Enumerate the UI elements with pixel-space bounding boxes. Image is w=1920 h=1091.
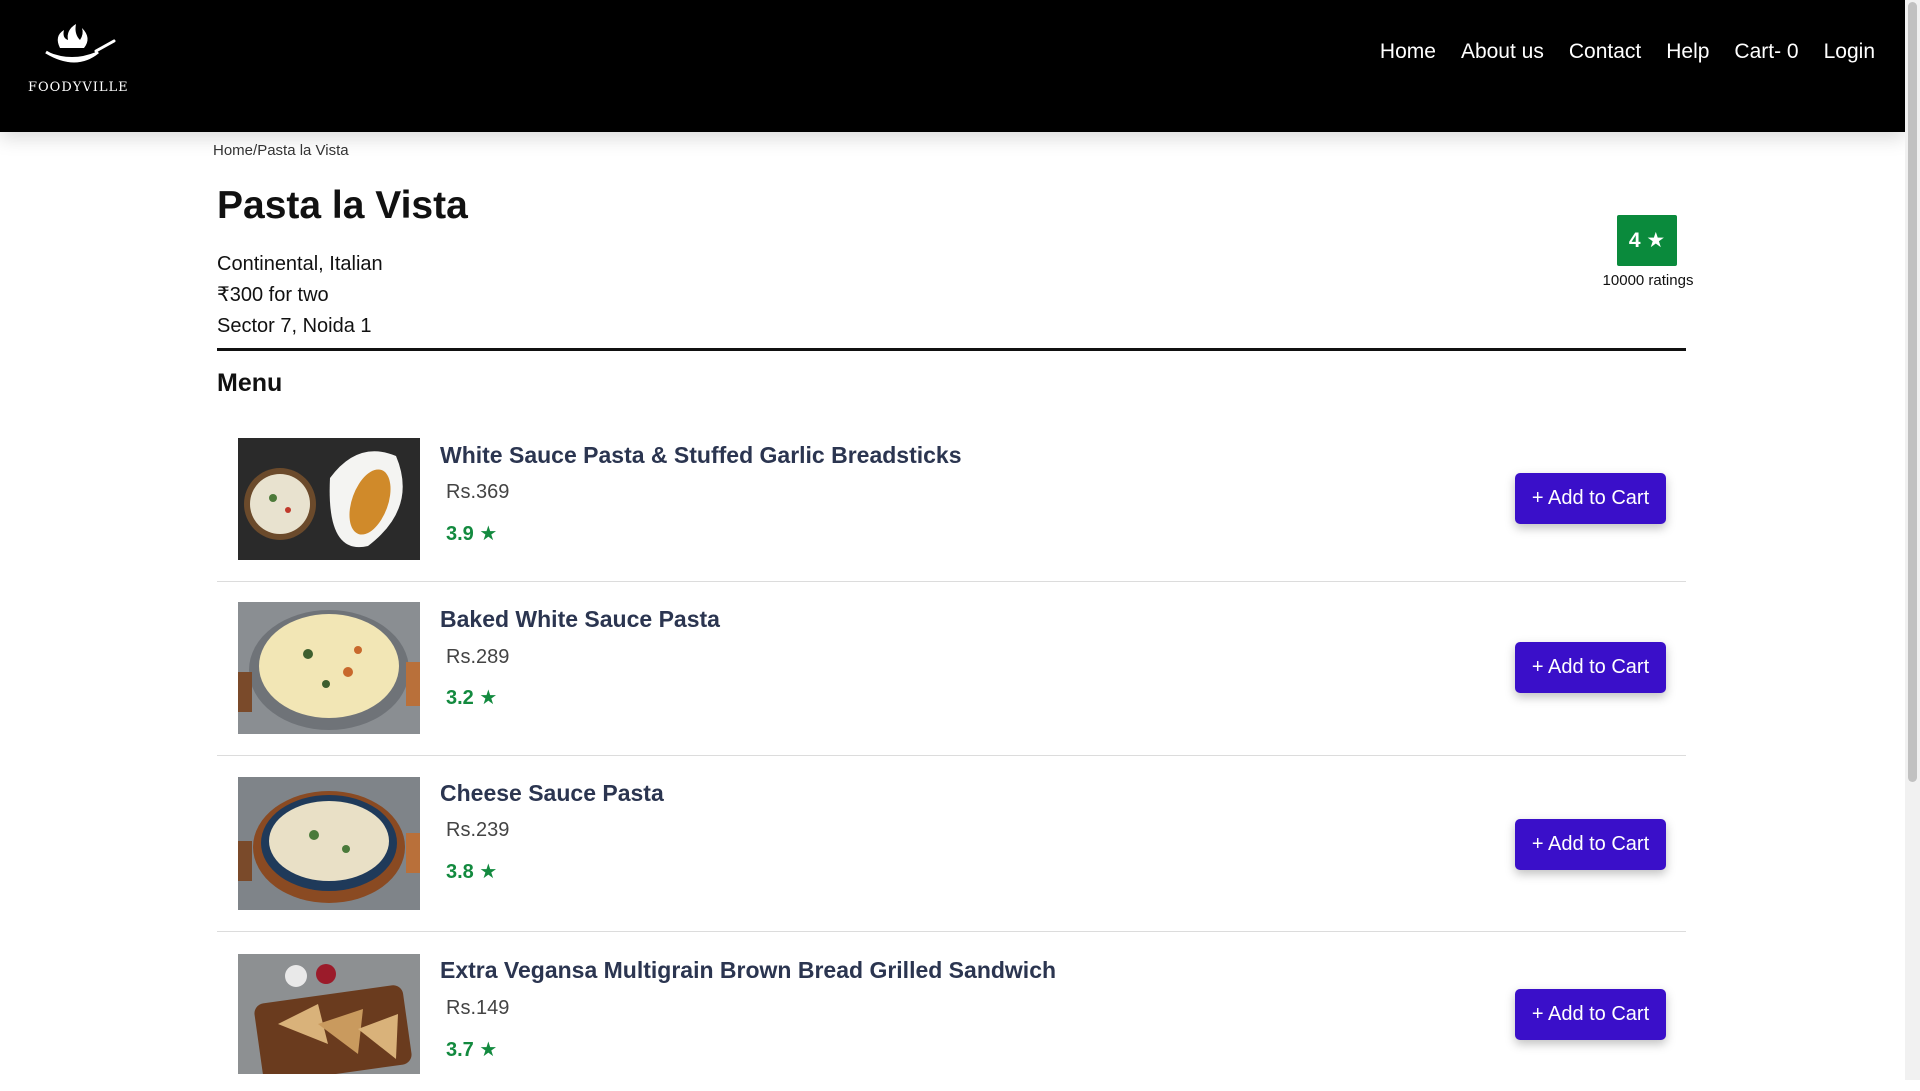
dish-rating: 3.2 ★ — [446, 687, 498, 709]
nav-contact[interactable]: Contact — [1569, 40, 1641, 64]
nav-home[interactable]: Home — [1380, 40, 1436, 64]
top-navbar: FOODYVILLE Home About us Contact Help Ca… — [0, 0, 1905, 132]
nav-cart[interactable]: Cart- 0 — [1734, 40, 1798, 64]
restaurant-details: Continental, Italian ₹300 for two Sector… — [217, 249, 383, 342]
nav-about-us[interactable]: About us — [1461, 40, 1544, 64]
dish-rating: 3.9 ★ — [446, 523, 498, 545]
breadcrumb-current: Pasta la Vista — [257, 142, 349, 159]
menu-heading: Menu — [217, 369, 283, 397]
add-to-cart-button[interactable]: + Add to Cart — [1515, 473, 1666, 524]
restaurant-rating-badge: 4 ★ — [1617, 215, 1677, 266]
dish-name: Cheese Sauce Pasta — [440, 780, 664, 806]
section-divider — [217, 348, 1686, 351]
dish-name: Extra Vegansa Multigrain Brown Bread Gri… — [440, 957, 1057, 983]
add-to-cart-button[interactable]: + Add to Cart — [1515, 819, 1666, 870]
add-to-cart-button[interactable]: + Add to Cart — [1515, 989, 1666, 1040]
dish-image — [238, 438, 420, 560]
dish-name: Baked White Sauce Pasta — [440, 606, 720, 632]
breadcrumb: Home/Pasta la Vista — [213, 142, 349, 159]
scrollbar-thumb[interactable] — [1908, 2, 1917, 782]
dish-rating: 3.7 ★ — [446, 1039, 498, 1061]
add-to-cart-button[interactable]: + Add to Cart — [1515, 642, 1666, 693]
dish-rating: 3.8 ★ — [446, 861, 498, 883]
breadcrumb-home[interactable]: Home — [213, 142, 253, 159]
dish-image — [238, 777, 420, 910]
restaurant-cost: ₹300 for two — [217, 284, 329, 306]
dish-price: Rs.289 — [446, 646, 510, 668]
restaurant-cuisine: Continental, Italian — [217, 253, 383, 275]
menu-item: Baked White Sauce Pasta Rs.289 3.2 ★ + A… — [217, 581, 1686, 756]
menu-item: White Sauce Pasta & Stuffed Garlic Bread… — [217, 420, 1686, 582]
dish-image — [238, 954, 420, 1074]
restaurant-rating-count: 10000 ratings — [1602, 272, 1694, 289]
dish-price: Rs.149 — [446, 997, 510, 1019]
dish-image — [238, 602, 420, 734]
nav-login[interactable]: Login — [1824, 40, 1875, 64]
menu-item: Cheese Sauce Pasta Rs.239 3.8 ★ + Add to… — [217, 755, 1686, 932]
nav-help[interactable]: Help — [1666, 40, 1709, 64]
menu-item: Extra Vegansa Multigrain Brown Bread Gri… — [217, 931, 1686, 1091]
foodyville-logo[interactable]: FOODYVILLE — [28, 22, 129, 112]
restaurant-location: Sector 7, Noida 1 — [217, 315, 372, 337]
logo-text: FOODYVILLE — [28, 80, 129, 95]
chef-pan-logo-icon — [45, 24, 116, 63]
restaurant-name: Pasta la Vista — [217, 184, 468, 227]
dish-price: Rs.239 — [446, 819, 510, 841]
main-nav: Home About us Contact Help Cart- 0 Login — [1355, 40, 1875, 64]
dish-price: Rs.369 — [446, 481, 510, 503]
vertical-scrollbar[interactable] — [1905, 0, 1920, 1080]
dish-name: White Sauce Pasta & Stuffed Garlic Bread… — [440, 442, 962, 468]
